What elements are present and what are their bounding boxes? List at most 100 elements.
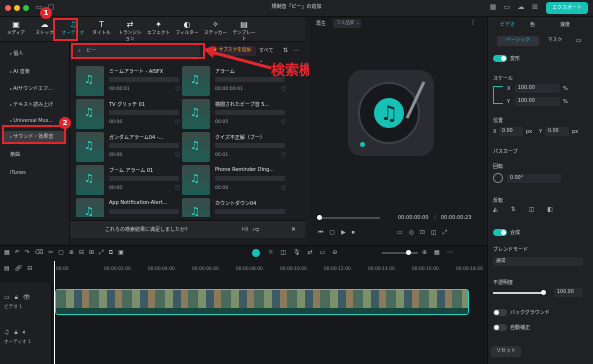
playback-controls[interactable]: ⏮▢▶⏹ [318,229,361,237]
tool-label: ストック [35,31,54,36]
scale-x-field[interactable]: 100.00 [515,84,560,93]
opacity-field[interactable]: 100.00 [554,288,583,297]
tool-0[interactable]: ▣ メディア [3,19,29,39]
audio-card[interactable]: ♫ TV グリッチ 01 00:00 ♡ [76,99,182,129]
timeline-tick: 00:00:18:00 [456,267,483,272]
position-y-field[interactable]: 0.00 [545,127,569,136]
favorite-icon[interactable]: ♡ [281,119,286,126]
tool-icon: ▣ [12,20,20,29]
reset-button[interactable]: リセット [491,346,521,357]
auto-correct-label: 自動補正 [510,325,531,331]
sidebar-item-7[interactable]: iTunes [4,167,66,178]
timeline-tools-right[interactable]: ☼◫🎙︎⇄▭⊖ [268,249,344,256]
grid-icon[interactable]: ⊞ [530,3,540,12]
video-clip[interactable] [55,289,469,315]
sidebar-item-0[interactable]: ▸ 個人 [4,48,66,59]
sidebar-item-3[interactable]: ▸ テキスト読み上げ [4,99,66,110]
tool-label: エフェクト [147,31,170,36]
tool-7[interactable]: ✧ ステッカー [203,19,229,39]
zoom-slider[interactable] [382,252,418,254]
rotate-value: 0.00° [510,176,524,181]
sidebar-item-6[interactable]: 楽曲 [4,149,66,160]
tool-label: テンプレート [232,31,256,42]
favorite-icon[interactable]: ♡ [175,152,180,159]
favorite-icon[interactable]: ♡ [281,185,286,192]
audio-card[interactable]: ♫ Phone Reminder Ding... 00:00 ♡ [182,165,288,195]
cloud-icon[interactable]: ☁ [516,3,526,12]
opacity-slider[interactable] [493,292,543,294]
audio-card[interactable]: ♫ クイズ不正解（ブー） 00:01 ♡ [182,132,288,162]
audio-card[interactable]: ♫ ミームアラート - AISFX 00:00:01 ♡ [76,66,182,96]
rotate-field[interactable]: 0.00° [507,174,561,183]
waveform [109,77,179,82]
play-tab[interactable]: 再生 [316,20,326,27]
audio-card[interactable]: ♫カウントダウン04♡ [182,198,288,217]
flip-buttons[interactable]: ◭⇅◫◧ [493,206,585,215]
zoom-tools[interactable]: ⊕▦⋯ [422,249,460,256]
timeline-tick: 00:00:08:00 [236,267,263,272]
inspector-tab-1[interactable]: 色 [530,21,535,28]
thumbs-down-icon[interactable]: 👎︎ [253,221,259,239]
auto-correct-toggle[interactable] [493,324,507,331]
rotate-dial-icon[interactable] [493,173,503,183]
sidebar-item-2[interactable]: ▸ AIサウンドエフ... [4,83,66,94]
inspector-tab-0[interactable]: ビデオ [500,21,515,28]
feedback-text: これらの検索結果に満足しましたか？ [105,227,191,233]
favorite-icon[interactable]: ♡ [175,86,180,93]
timeline-tools[interactable]: ▦↶↷⌫✂▢⊕⊟⊞⤢⧉▣ [4,249,129,257]
preview-more-icon[interactable]: ⋮ [470,19,476,26]
track-tools[interactable]: ▤🔗︎⊟ [4,265,37,272]
opacity-slider-handle[interactable] [541,290,546,295]
favorite-icon[interactable]: ♡ [175,185,180,192]
link-scale-icon[interactable] [493,86,503,104]
music-note-icon: ♫ [190,172,200,185]
more-icon[interactable]: ⋯ [293,46,301,56]
audio-duration: 00:00:00:01 [215,87,244,92]
favorite-icon[interactable]: ♡ [281,152,286,159]
sidebar-item-label: iTunes [10,170,26,176]
basic-subtab[interactable]: ベーシック [497,36,539,46]
background-label: バックグラウンド [510,310,550,316]
audio-duration: 00:00 [109,186,123,191]
preview-scrubber[interactable] [318,217,380,219]
audio-card[interactable]: ♫ 検閲されたビープ音 5... 00:05 ♡ [182,99,288,129]
position-x-field[interactable]: 0.00 [499,127,523,136]
screen-icon[interactable]: ▭ [502,3,512,12]
audio-card[interactable]: ♫ ガンダムアラーム04 -... 00:00 ♡ [76,132,182,162]
quality-select[interactable]: フル品質 ⌄ [333,19,361,28]
tool-8[interactable]: ▤ テンプレート [231,19,257,42]
composite-toggle[interactable] [493,229,507,236]
scale-y-field[interactable]: 100.00 [515,97,560,106]
audio-card[interactable]: ♫App Notification-Alert...♡ [76,198,182,217]
layout-icon[interactable]: ▦ [488,3,498,12]
video-track-controls[interactable]: ▭🔒︎👁︎ [4,294,35,302]
opacity-value: 100.00 [557,290,574,295]
tool-3[interactable]: T タイトル [89,19,115,39]
transform-toggle[interactable] [493,55,507,62]
timeline-tick: 00:00:16:00 [412,267,439,272]
scrubber-handle[interactable] [317,215,322,220]
preview-tools[interactable]: ▭◎⊡◫⤢ [397,229,453,237]
thumbs-up-icon[interactable]: 👍︎ [242,221,248,239]
sidebar-item-1[interactable]: ▸ AI 音楽 [4,66,66,77]
inspector-tab-2[interactable]: 速度 [560,21,570,28]
ai-tool-icon[interactable] [252,249,260,257]
collapse-icon[interactable]: ▭ [576,37,582,44]
close-feedback-icon[interactable]: ✕ [291,221,296,239]
audio-artwork: ♫ [348,70,434,156]
sort-icon[interactable]: ⇅ [283,46,291,56]
audio-thumbnail: ♫ [182,198,210,217]
mask-subtab[interactable]: マスク [540,36,570,46]
favorite-icon[interactable]: ♡ [281,86,286,93]
audio-thumbnail: ♫ [76,66,104,96]
audio-track-controls[interactable]: ♫🔒︎🔈︎ [4,329,31,337]
audio-card[interactable]: ♫ ブーム アラーム 01 00:00 ♡ [76,165,182,195]
tool-6[interactable]: ◐ フィルター [174,19,200,39]
export-button[interactable]: エクスポート [546,2,588,14]
blend-mode-select[interactable]: 通常 [493,257,583,266]
zoom-slider-handle[interactable] [406,250,411,255]
tool-5[interactable]: ✦ エフェクト [146,19,172,39]
background-toggle[interactable] [493,309,507,316]
favorite-icon[interactable]: ♡ [175,119,180,126]
tool-4[interactable]: ⇄ トランジション [117,19,143,42]
